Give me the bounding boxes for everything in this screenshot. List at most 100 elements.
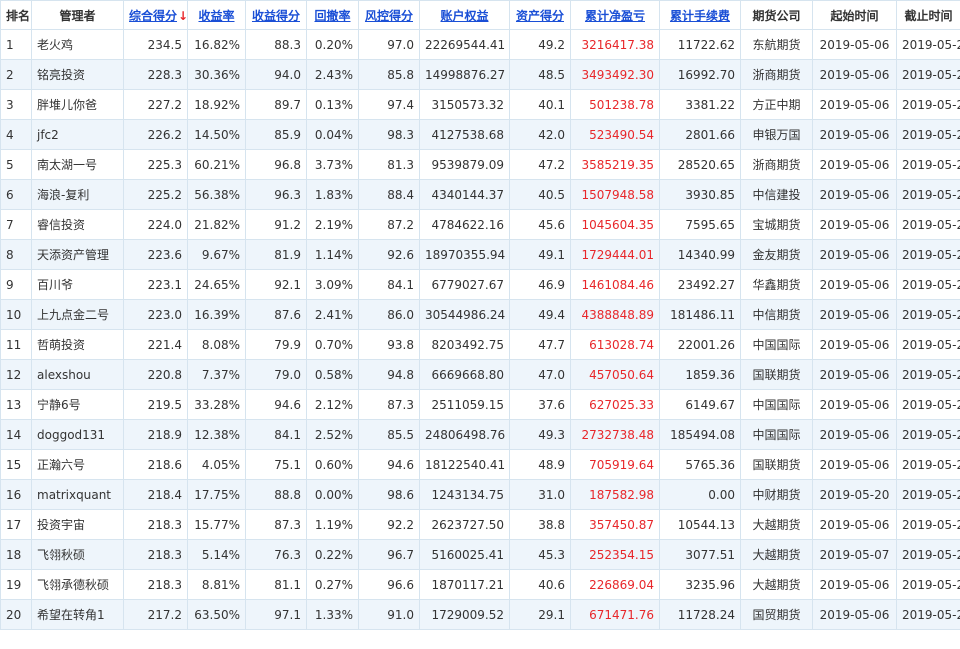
column-header-label: 累计净盈亏 xyxy=(584,8,645,23)
cell-broker: 国联期货 xyxy=(740,449,813,480)
cell-asset_score: 49.4 xyxy=(509,299,571,330)
cell-net_pnl: 523490.54 xyxy=(570,119,660,150)
cell-broker: 金友期货 xyxy=(740,239,813,270)
cell-asset_score: 47.0 xyxy=(509,359,571,390)
column-header-label: 回撤率 xyxy=(314,8,351,23)
cell-end: 2019-05-22 xyxy=(896,509,960,540)
column-header-net_pnl[interactable]: 累计净盈亏 xyxy=(570,0,660,30)
cell-equity: 3150573.32 xyxy=(419,89,510,120)
cell-composite: 228.3 xyxy=(123,59,188,90)
column-header-fees[interactable]: 累计手续费 xyxy=(659,0,741,30)
cell-drawdown: 2.52% xyxy=(306,419,359,450)
column-header-label: 账户权益 xyxy=(440,8,489,23)
cell-end: 2019-05-22 xyxy=(896,269,960,300)
cell-return_rate: 33.28% xyxy=(187,389,246,420)
cell-return_score: 97.1 xyxy=(245,599,307,630)
cell-return_rate: 30.36% xyxy=(187,59,246,90)
cell-fees: 181486.11 xyxy=(659,299,741,330)
cell-end: 2019-05-22 xyxy=(896,239,960,270)
cell-risk_score: 85.8 xyxy=(358,59,420,90)
cell-rank: 9 xyxy=(0,269,32,300)
cell-fees: 3930.85 xyxy=(659,179,741,210)
cell-risk_score: 81.3 xyxy=(358,149,420,180)
cell-return_score: 94.6 xyxy=(245,389,307,420)
column-header-asset_score[interactable]: 资产得分 xyxy=(509,0,571,30)
cell-manager: 哲萌投资 xyxy=(31,329,124,360)
cell-return_score: 76.3 xyxy=(245,539,307,570)
cell-net_pnl: 3585219.35 xyxy=(570,149,660,180)
cell-drawdown: 0.04% xyxy=(306,119,359,150)
cell-drawdown: 1.83% xyxy=(306,179,359,210)
cell-manager: 上九点金二号 xyxy=(31,299,124,330)
cell-fees: 11722.62 xyxy=(659,29,741,60)
cell-manager: 飞翎秋硕 xyxy=(31,539,124,570)
cell-start: 2019-05-06 xyxy=(812,329,897,360)
cell-broker: 中信期货 xyxy=(740,299,813,330)
cell-composite: 225.3 xyxy=(123,149,188,180)
column-header-drawdown[interactable]: 回撤率 xyxy=(306,0,359,30)
cell-return_rate: 24.65% xyxy=(187,269,246,300)
cell-net_pnl: 671471.76 xyxy=(570,599,660,630)
cell-end: 2019-05-22 xyxy=(896,149,960,180)
cell-equity: 4784622.16 xyxy=(419,209,510,240)
cell-risk_score: 96.6 xyxy=(358,569,420,600)
column-header-start: 起始时间 xyxy=(812,0,897,30)
column-header-return_rate[interactable]: 收益率 xyxy=(187,0,246,30)
cell-return_score: 87.6 xyxy=(245,299,307,330)
cell-risk_score: 87.2 xyxy=(358,209,420,240)
cell-drawdown: 0.60% xyxy=(306,449,359,480)
cell-fees: 16992.70 xyxy=(659,59,741,90)
column-header-broker: 期货公司 xyxy=(740,0,813,30)
ranking-table: 排名 管理者 综合得分↓ 收益率 收益得分 回撤率 风控得分 账户权益 资产得分 累计净盈亏 累计手… xyxy=(0,0,960,630)
cell-rank: 13 xyxy=(0,389,32,420)
column-header-label: 收益得分 xyxy=(251,8,300,23)
column-header-composite[interactable]: 综合得分↓ xyxy=(123,0,188,30)
cell-fees: 14340.99 xyxy=(659,239,741,270)
cell-return_score: 75.1 xyxy=(245,449,307,480)
cell-net_pnl: 3216417.38 xyxy=(570,29,660,60)
cell-start: 2019-05-06 xyxy=(812,89,897,120)
cell-drawdown: 2.43% xyxy=(306,59,359,90)
cell-manager: 正瀚六号 xyxy=(31,449,124,480)
column-header-label: 累计手续费 xyxy=(669,8,730,23)
table-row: 8 天添资产管理 223.6 9.67% 81.9 1.14% 92.6 18970355.9… xyxy=(0,239,960,270)
cell-drawdown: 3.73% xyxy=(306,149,359,180)
cell-broker: 宝城期货 xyxy=(740,209,813,240)
cell-net_pnl: 2732738.48 xyxy=(570,419,660,450)
cell-broker: 中财期货 xyxy=(740,479,813,510)
cell-manager: 睿信投资 xyxy=(31,209,124,240)
cell-equity: 6779027.67 xyxy=(419,269,510,300)
cell-rank: 14 xyxy=(0,419,32,450)
cell-equity: 2511059.15 xyxy=(419,389,510,420)
cell-net_pnl: 1507948.58 xyxy=(570,179,660,210)
table-row: 17 投资宇宙 218.3 15.77% 87.3 1.19% 92.2 2623727.50… xyxy=(0,509,960,540)
cell-return_rate: 4.05% xyxy=(187,449,246,480)
cell-asset_score: 46.9 xyxy=(509,269,571,300)
cell-fees: 185494.08 xyxy=(659,419,741,450)
cell-asset_score: 48.5 xyxy=(509,59,571,90)
table-row: 19 飞翎承德秋硕 218.3 8.81% 81.1 0.27% 96.6 1870117.2… xyxy=(0,569,960,600)
column-header-equity[interactable]: 账户权益 xyxy=(419,0,510,30)
cell-broker: 华鑫期货 xyxy=(740,269,813,300)
cell-risk_score: 84.1 xyxy=(358,269,420,300)
cell-drawdown: 0.70% xyxy=(306,329,359,360)
cell-start: 2019-05-06 xyxy=(812,449,897,480)
cell-broker: 大越期货 xyxy=(740,569,813,600)
table-header-row: 排名 管理者 综合得分↓ 收益率 收益得分 回撤率 风控得分 账户权益 资产得分 累计净盈亏 累计手… xyxy=(0,0,960,30)
cell-rank: 17 xyxy=(0,509,32,540)
cell-drawdown: 2.41% xyxy=(306,299,359,330)
cell-return_rate: 16.39% xyxy=(187,299,246,330)
cell-rank: 4 xyxy=(0,119,32,150)
column-header-risk_score[interactable]: 风控得分 xyxy=(358,0,420,30)
cell-composite: 234.5 xyxy=(123,29,188,60)
cell-composite: 223.0 xyxy=(123,299,188,330)
column-header-return_score[interactable]: 收益得分 xyxy=(245,0,307,30)
column-header-label: 起始时间 xyxy=(830,8,879,23)
table-row: 13 宁静6号 219.5 33.28% 94.6 2.12% 87.3 2511059.15… xyxy=(0,389,960,420)
cell-equity: 8203492.75 xyxy=(419,329,510,360)
cell-composite: 218.3 xyxy=(123,509,188,540)
cell-asset_score: 47.2 xyxy=(509,149,571,180)
cell-drawdown: 3.09% xyxy=(306,269,359,300)
cell-start: 2019-05-06 xyxy=(812,179,897,210)
cell-composite: 221.4 xyxy=(123,329,188,360)
